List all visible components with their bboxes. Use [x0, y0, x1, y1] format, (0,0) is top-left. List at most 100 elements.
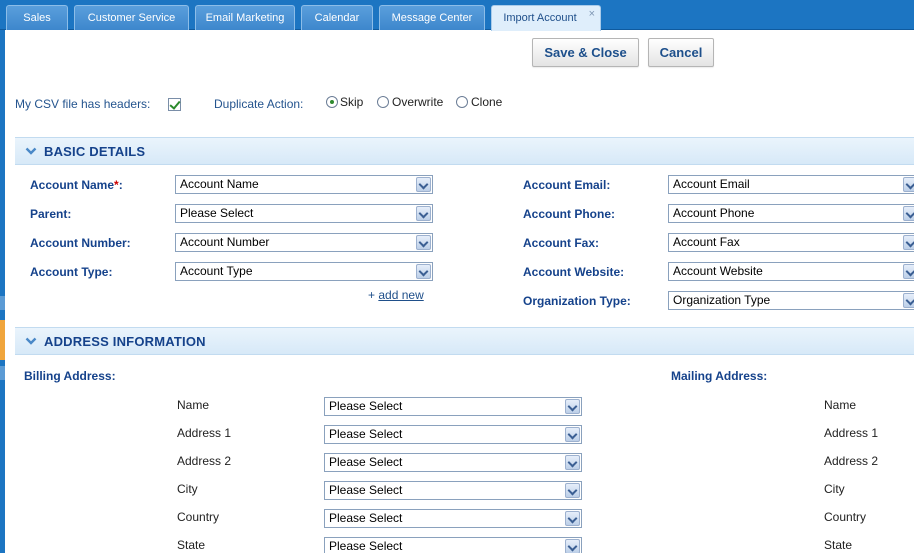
dropdown-arrow-icon[interactable] [565, 455, 580, 470]
add-new-link[interactable]: + add new [368, 288, 424, 302]
tab-message-center[interactable]: Message Center [379, 5, 485, 30]
account-website-select[interactable]: Account Website [668, 262, 914, 281]
parent-select[interactable]: Please Select [175, 204, 433, 223]
select-value: Please Select [329, 483, 403, 497]
select-value: Account Number [180, 235, 270, 249]
radio-overwrite[interactable] [377, 96, 389, 108]
select-value: Please Select [329, 455, 403, 469]
dropdown-arrow-icon[interactable] [565, 399, 580, 414]
select-value: Account Name [180, 177, 259, 191]
duplicate-action-label: Duplicate Action: [214, 97, 304, 111]
mailing-name-label: Name [824, 398, 857, 412]
dropdown-arrow-icon[interactable] [565, 427, 580, 442]
top-tab-bar: Sales Customer Service Email Marketing C… [0, 0, 914, 31]
dropdown-arrow-icon[interactable] [416, 235, 431, 250]
billing-address2-label: Address 2 [177, 454, 232, 468]
account-phone-label: Account Phone: [523, 207, 615, 221]
select-value: Please Select [329, 511, 403, 525]
dropdown-arrow-icon[interactable] [416, 264, 431, 279]
tab-import-account[interactable]: Import Account × [491, 5, 601, 31]
billing-address1-label: Address 1 [177, 426, 232, 440]
tab-label: Customer Service [87, 12, 176, 24]
csv-headers-checkbox[interactable] [168, 98, 181, 111]
chevron-down-icon [25, 337, 37, 345]
tab-label: Email Marketing [205, 12, 285, 24]
cancel-button[interactable]: Cancel [648, 38, 714, 67]
label-text: Account Name [30, 178, 115, 192]
select-value: Organization Type [673, 293, 771, 307]
button-label: Cancel [659, 45, 703, 60]
radio-skip[interactable] [326, 96, 338, 108]
tab-label: Calendar [314, 12, 360, 24]
select-value: Account Type [180, 264, 253, 278]
dropdown-arrow-icon[interactable] [416, 177, 431, 192]
tab-label: Import Account [503, 12, 577, 24]
organization-type-label: Organization Type: [523, 294, 631, 308]
parent-label: Parent: [30, 207, 72, 221]
tab-email-marketing[interactable]: Email Marketing [195, 5, 295, 30]
billing-name-select[interactable]: Please Select [324, 397, 582, 416]
dropdown-arrow-icon[interactable] [416, 206, 431, 221]
basic-details-header[interactable]: BASIC DETAILS [15, 137, 914, 165]
tab-label: Sales [23, 12, 51, 24]
billing-address1-select[interactable]: Please Select [324, 425, 582, 444]
tab-calendar[interactable]: Calendar [301, 5, 373, 30]
dropdown-arrow-icon[interactable] [565, 483, 580, 498]
csv-headers-label: My CSV file has headers: [15, 97, 151, 111]
section-title: ADDRESS INFORMATION [44, 334, 206, 349]
mailing-city-label: City [824, 482, 845, 496]
billing-city-label: City [177, 482, 198, 496]
billing-city-select[interactable]: Please Select [324, 481, 582, 500]
button-label: Save & Close [544, 45, 627, 60]
radio-skip-label: Skip [340, 95, 364, 109]
select-value: Account Email [673, 177, 750, 191]
account-number-select[interactable]: Account Number [175, 233, 433, 252]
account-website-label: Account Website: [523, 265, 625, 279]
tab-sales[interactable]: Sales [6, 5, 68, 30]
dropdown-arrow-icon[interactable] [565, 511, 580, 526]
add-new-label: add new [378, 288, 424, 302]
tab-label: Message Center [391, 12, 473, 24]
account-name-select[interactable]: Account Name [175, 175, 433, 194]
billing-country-select[interactable]: Please Select [324, 509, 582, 528]
billing-state-label: State [177, 538, 206, 552]
radio-clone[interactable] [456, 96, 468, 108]
select-value: Account Phone [673, 206, 755, 220]
billing-state-select[interactable]: Please Select [324, 537, 582, 553]
account-phone-select[interactable]: Account Phone [668, 204, 914, 223]
mailing-address1-label: Address 1 [824, 426, 879, 440]
expand-panel-handle[interactable] [0, 320, 5, 360]
dropdown-arrow-icon[interactable] [903, 264, 914, 279]
collapse-handle-top[interactable] [0, 296, 5, 310]
organization-type-select[interactable]: Organization Type [668, 291, 914, 310]
select-value: Please Select [329, 539, 403, 553]
dropdown-arrow-icon[interactable] [565, 539, 580, 553]
select-value: Account Website [673, 264, 763, 278]
mailing-address-label: Mailing Address: [671, 369, 768, 383]
select-value: Please Select [329, 399, 403, 413]
tab-customer-service[interactable]: Customer Service [74, 5, 189, 30]
billing-address2-select[interactable]: Please Select [324, 453, 582, 472]
account-type-select[interactable]: Account Type [175, 262, 433, 281]
close-icon[interactable]: × [589, 2, 595, 26]
account-email-label: Account Email: [523, 178, 611, 192]
address-information-header[interactable]: ADDRESS INFORMATION [15, 327, 914, 355]
account-type-label: Account Type: [30, 265, 113, 279]
chevron-down-icon [25, 147, 37, 155]
dropdown-arrow-icon[interactable] [903, 235, 914, 250]
select-value: Please Select [329, 427, 403, 441]
plus-icon: + [368, 288, 376, 302]
account-email-select[interactable]: Account Email [668, 175, 914, 194]
section-title: BASIC DETAILS [44, 144, 146, 159]
dropdown-arrow-icon[interactable] [903, 177, 914, 192]
dropdown-arrow-icon[interactable] [903, 206, 914, 221]
account-number-label: Account Number: [30, 236, 131, 250]
collapse-handle-bottom[interactable] [0, 366, 5, 380]
save-close-button[interactable]: Save & Close [532, 38, 639, 67]
account-fax-label: Account Fax: [523, 236, 600, 250]
account-fax-select[interactable]: Account Fax [668, 233, 914, 252]
mailing-state-label: State [824, 538, 853, 552]
radio-clone-label: Clone [471, 95, 503, 109]
billing-name-label: Name [177, 398, 210, 412]
dropdown-arrow-icon[interactable] [903, 293, 914, 308]
